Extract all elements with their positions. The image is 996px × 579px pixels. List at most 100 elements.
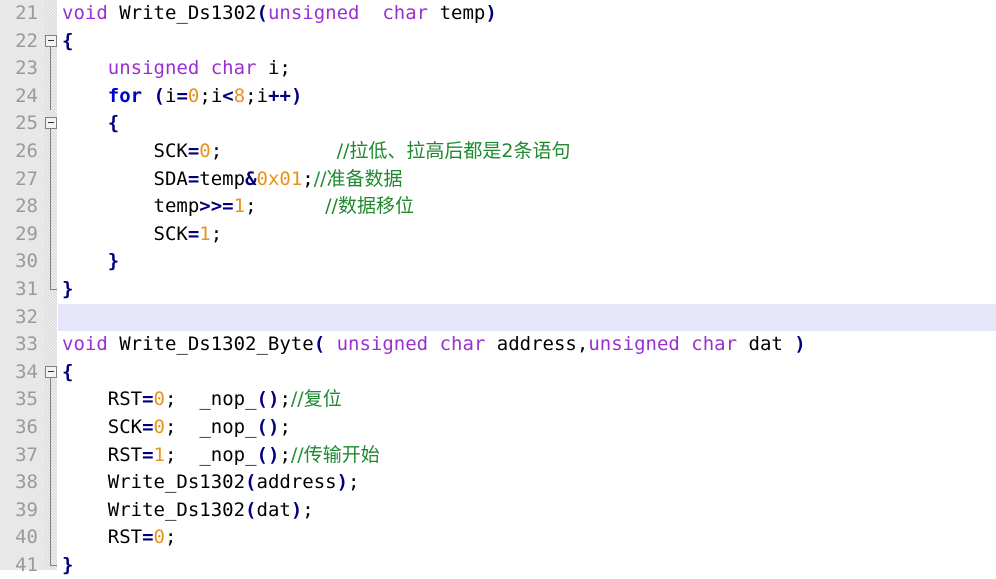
code-line-text[interactable]: }: [62, 248, 119, 276]
code-line[interactable]: 29 SCK=1;: [0, 220, 996, 249]
code-line-text[interactable]: SCK=1;: [62, 221, 223, 249]
code-lines-container[interactable]: 21 void Write_Ds1302(unsigned char temp) 2…: [0, 0, 996, 579]
token-op: ): [290, 84, 303, 107]
code-line-text[interactable]: SDA=temp&0x01;//准备数据: [62, 166, 403, 194]
code-line[interactable]: 35 RST=0; _nop_();//复位: [0, 386, 996, 414]
fold-guide-line: [50, 137, 51, 166]
token-punc: ;: [279, 388, 291, 411]
token-num: 1: [233, 195, 246, 218]
token-num: 0: [153, 526, 165, 549]
code-editor[interactable]: 21 void Write_Ds1302(unsigned char temp) 2…: [0, 0, 996, 576]
code-line[interactable]: 28 temp>>=1; //数据移位: [0, 193, 996, 221]
token-kw-type: unsigned: [267, 2, 360, 24]
fold-guide-line: [50, 248, 51, 276]
token-ident: [62, 526, 108, 548]
code-line[interactable]: 40 RST=0;: [0, 524, 996, 552]
token-ident: address: [256, 471, 337, 494]
code-line[interactable]: 21 void Write_Ds1302(unsigned char temp): [0, 0, 996, 28]
code-line-text[interactable]: SCK=0; _nop_();: [62, 414, 291, 442]
code-line-text[interactable]: {: [62, 110, 119, 138]
line-number: 32: [15, 305, 38, 328]
line-number: 28: [15, 195, 38, 218]
token-ident: [428, 333, 439, 355]
token-ident: temp: [199, 167, 246, 190]
token-punc: ;: [348, 471, 360, 494]
code-line-text[interactable]: void Write_Ds1302_Byte( unsigned char ad…: [62, 331, 806, 359]
code-line[interactable]: 24 for (i=0;i<8;i++): [0, 82, 996, 111]
token-ident: [359, 2, 382, 24]
code-line-text[interactable]: }: [62, 276, 73, 304]
token-op: ++: [268, 84, 291, 107]
token-cmt: //数据移位: [325, 195, 414, 218]
code-line-text[interactable]: Write_Ds1302(address);: [62, 469, 360, 497]
code-line-text[interactable]: for (i=0;i<8;i++): [62, 83, 303, 111]
token-ident: RST: [107, 443, 143, 466]
fold-collapse-icon[interactable]: [45, 365, 57, 378]
token-op: <: [222, 84, 234, 107]
code-line-text[interactable]: {: [62, 359, 73, 387]
fold-collapse-icon[interactable]: [45, 34, 57, 47]
token-ident: [62, 223, 154, 245]
token-op: ): [336, 471, 349, 494]
code-line[interactable]: 33 void Write_Ds1302_Byte( unsigned char …: [0, 331, 996, 359]
token-op: =: [142, 415, 154, 438]
token-op: (: [245, 471, 257, 494]
code-line[interactable]: 39 Write_Ds1302(dat);: [0, 496, 996, 525]
token-op: (): [256, 388, 280, 411]
code-line-text[interactable]: RST=1; _nop_();//传输开始: [62, 442, 380, 470]
token-kw-type: void: [62, 333, 108, 356]
line-number: 27: [15, 167, 38, 190]
code-line[interactable]: 32: [0, 303, 996, 332]
code-line[interactable]: 25 {: [0, 110, 996, 138]
token-cmt: //准备数据: [313, 167, 403, 190]
token-op: =: [142, 526, 154, 549]
fold-guide-line: [50, 46, 51, 56]
token-num: 0: [153, 415, 165, 438]
fold-guide-line: [50, 469, 51, 497]
token-op: =: [176, 84, 188, 107]
code-line-text[interactable]: temp>>=1; //数据移位: [62, 193, 414, 221]
fold-guide-line: [50, 413, 51, 442]
line-number: 23: [15, 57, 38, 80]
token-ident: SDA: [153, 167, 188, 190]
code-line-text[interactable]: {: [62, 28, 73, 56]
token-punc: ;: [165, 443, 177, 466]
token-ident: [62, 195, 154, 217]
fold-guide-line: [50, 129, 51, 138]
code-line[interactable]: 26 SCK=0; //拉低、拉高后都是2条语句: [0, 137, 996, 166]
code-line[interactable]: 34 {: [0, 359, 996, 387]
code-line[interactable]: 31}: [0, 275, 996, 304]
token-ident: [428, 2, 439, 24]
token-op: (: [313, 333, 326, 356]
token-brace: {: [62, 29, 74, 52]
code-line[interactable]: 27 SDA=temp&0x01;//准备数据: [0, 165, 996, 194]
code-line[interactable]: 37 RST=1; _nop_();//传输开始: [0, 441, 996, 470]
fold-collapse-icon[interactable]: [45, 117, 57, 130]
code-line-text[interactable]: SCK=0; //拉低、拉高后都是2条语句: [62, 138, 571, 166]
code-line[interactable]: 23 unsigned char i;: [0, 55, 996, 83]
fold-guide-line: [50, 524, 51, 552]
token-num: 0: [199, 139, 211, 162]
code-line-text[interactable]: RST=0;: [62, 524, 177, 552]
token-ident: temp: [153, 195, 200, 218]
current-line-highlight: [58, 303, 996, 332]
fold-guide-line: [50, 193, 51, 221]
token-ident: [325, 333, 336, 355]
fold-guide-end: [50, 551, 57, 566]
code-line-text[interactable]: Write_Ds1302(dat);: [62, 497, 314, 525]
code-line-text[interactable]: RST=0; _nop_();//复位: [62, 386, 342, 414]
token-punc: ;: [210, 139, 223, 162]
code-line[interactable]: 22 {: [0, 28, 996, 56]
code-line-text[interactable]: }: [62, 552, 73, 579]
code-line-text[interactable]: void Write_Ds1302(unsigned char temp): [62, 0, 497, 28]
token-ident: _nop_: [199, 415, 257, 438]
code-line[interactable]: 38 Write_Ds1302(address);: [0, 469, 996, 497]
code-line[interactable]: 36 SCK=0; _nop_();: [0, 413, 996, 442]
token-ident: SCK: [153, 222, 188, 245]
code-line[interactable]: 30 }: [0, 248, 996, 276]
token-ident: i: [256, 84, 269, 107]
code-line-text[interactable]: unsigned char i;: [62, 55, 291, 83]
token-ident: i: [165, 84, 177, 107]
code-line[interactable]: 41}: [0, 551, 996, 579]
token-ident: [62, 471, 108, 493]
